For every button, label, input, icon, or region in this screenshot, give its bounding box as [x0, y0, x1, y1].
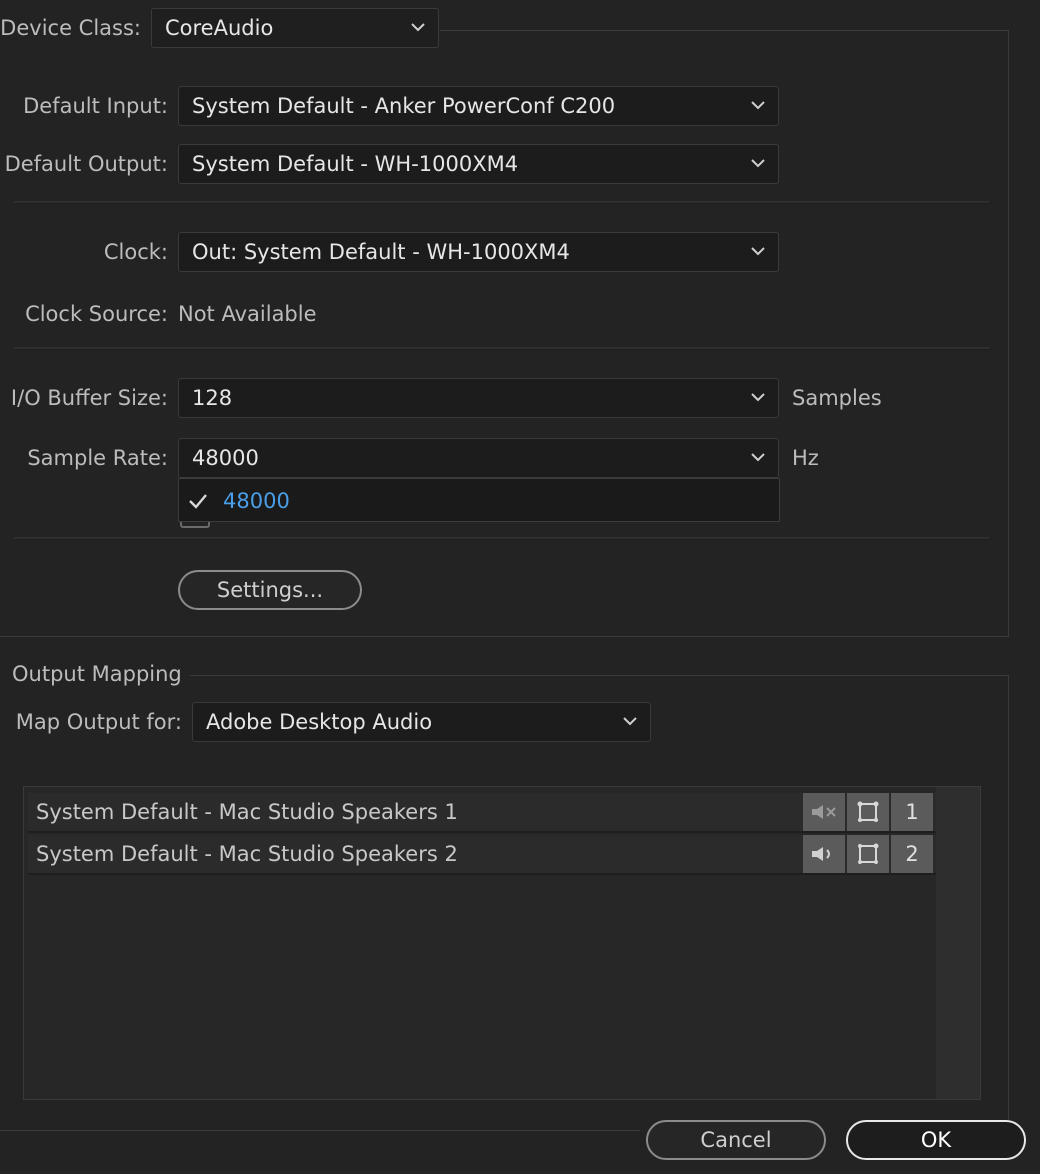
map-output-select[interactable]: Adobe Desktop Audio: [192, 702, 651, 742]
output-mapping-line: [190, 675, 1008, 676]
output-mapping-title: Output Mapping: [12, 662, 182, 686]
chevron-down-icon: [750, 158, 766, 168]
list-item[interactable]: System Default - Mac Studio Speakers 1 1: [28, 793, 936, 833]
separator: [14, 201, 989, 204]
sample-rate-select[interactable]: 48000: [178, 438, 779, 478]
frame-right-line: [1008, 30, 1009, 637]
device-class-value: CoreAudio: [165, 16, 274, 40]
ok-button[interactable]: OK: [846, 1120, 1026, 1160]
settings-button[interactable]: Settings...: [178, 570, 362, 610]
chevron-down-icon: [750, 100, 766, 110]
sample-rate-unit: Hz: [792, 446, 819, 470]
checkmark-icon: [188, 491, 208, 515]
sample-rate-option-label: 48000: [223, 489, 290, 513]
speaker-icon[interactable]: [803, 835, 845, 873]
output-mapping-bottom-line: [0, 1130, 640, 1131]
map-output-label: Map Output for:: [15, 710, 182, 734]
buffer-size-unit: Samples: [792, 386, 882, 410]
buffer-size-value: 128: [192, 386, 233, 410]
channel-routing-icon[interactable]: [847, 793, 889, 831]
default-output-value: System Default - WH-1000XM4: [192, 152, 519, 176]
frame-bottom-line: [0, 636, 1009, 637]
output-mapping-right-line: [1008, 675, 1009, 1130]
chevron-down-icon: [750, 246, 766, 256]
separator: [14, 537, 989, 540]
channel-number[interactable]: 2: [891, 835, 933, 873]
sample-rate-option[interactable]: 48000: [179, 479, 779, 521]
default-output-label: Default Output:: [4, 152, 168, 176]
frame-top-line: [440, 30, 1008, 31]
list-item[interactable]: System Default - Mac Studio Speakers 2 2: [28, 835, 936, 875]
map-output-value: Adobe Desktop Audio: [206, 710, 433, 734]
output-channel-name: System Default - Mac Studio Speakers 2: [36, 842, 458, 866]
chevron-down-icon: [410, 22, 426, 32]
sample-rate-dropdown-menu: 48000: [178, 478, 780, 522]
device-class-select[interactable]: CoreAudio: [151, 8, 439, 48]
clock-source-label: Clock Source:: [25, 302, 168, 326]
separator: [14, 347, 989, 350]
sample-rate-label: Sample Rate:: [27, 446, 168, 470]
chevron-down-icon: [750, 392, 766, 402]
channel-number[interactable]: 1: [891, 793, 933, 831]
output-channel-name: System Default - Mac Studio Speakers 1: [36, 800, 458, 824]
chevron-down-icon: [750, 452, 766, 462]
device-class-label: Device Class:: [0, 16, 141, 40]
default-input-label: Default Input:: [23, 94, 168, 118]
default-input-select[interactable]: System Default - Anker PowerConf C200: [178, 86, 779, 126]
chevron-down-icon: [622, 716, 638, 726]
clock-source-value: Not Available: [178, 302, 317, 326]
default-output-select[interactable]: System Default - WH-1000XM4: [178, 144, 779, 184]
cancel-button[interactable]: Cancel: [646, 1120, 826, 1160]
output-mapping-list[interactable]: System Default - Mac Studio Speakers 1 1…: [23, 786, 981, 1100]
list-scroll-area: [936, 787, 980, 1099]
buffer-size-select[interactable]: 128: [178, 378, 779, 418]
channel-routing-icon[interactable]: [847, 835, 889, 873]
clock-value: Out: System Default - WH-1000XM4: [192, 240, 570, 264]
buffer-size-label: I/O Buffer Size:: [10, 386, 168, 410]
default-input-value: System Default - Anker PowerConf C200: [192, 94, 616, 118]
sample-rate-value: 48000: [192, 446, 259, 470]
speaker-muted-icon[interactable]: [803, 793, 845, 831]
clock-label: Clock:: [103, 240, 168, 264]
clock-select[interactable]: Out: System Default - WH-1000XM4: [178, 232, 779, 272]
